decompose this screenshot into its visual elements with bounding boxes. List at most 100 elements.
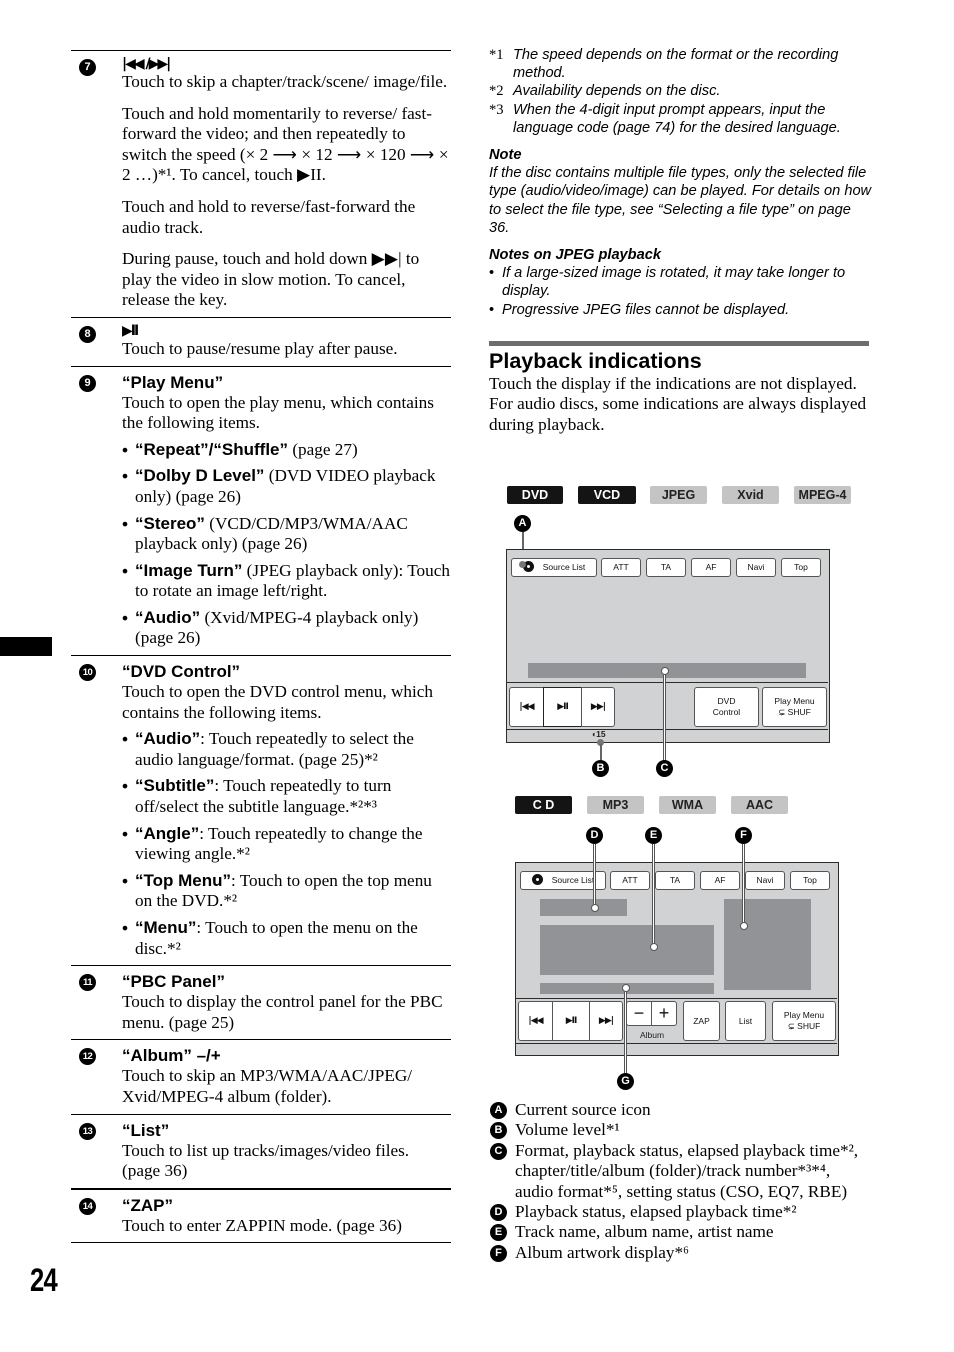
audio-playback-screen: Source List ATT TA AF Navi Top |◀◀ ▶II ▶… <box>515 862 839 1056</box>
entry-number: 11 <box>79 974 96 992</box>
navi-button[interactable]: Navi <box>745 871 785 890</box>
callout-dot <box>650 943 658 951</box>
note-text: If the disc contains multiple file types… <box>489 165 872 236</box>
status-row-divider <box>507 729 828 730</box>
section-divider <box>489 340 869 346</box>
format-badge-aac: AAC <box>731 796 788 814</box>
entry-number: 10 <box>79 664 96 682</box>
entry-text: Touch to pause/resume play after pause. <box>122 338 398 358</box>
navi-button[interactable]: Navi <box>736 558 776 577</box>
entry-dvd-control: 10 “DVD Control” Touch to open the DVD c… <box>71 655 451 965</box>
album-minus-button[interactable]: − <box>626 1001 652 1026</box>
entry-text: Touch to open the play menu, which conta… <box>122 392 434 433</box>
control-row-divider <box>507 682 828 683</box>
right-column: *1 The speed depends on the format or the… <box>489 46 874 435</box>
entry-heading: “PBC Panel” <box>122 972 225 992</box>
callout-line <box>652 844 655 945</box>
zap-button[interactable]: ZAP <box>683 1001 720 1041</box>
section-title: Playback indications <box>489 348 702 373</box>
next-button[interactable]: ▶▶| <box>581 687 615 727</box>
list-item: “Audio”: Touch repeatedly to select the … <box>122 729 451 770</box>
section-text: For audio discs, some indications are al… <box>489 394 867 434</box>
page-number: 24 <box>30 1262 58 1298</box>
entry-number: 12 <box>79 1048 96 1066</box>
entry-text: Touch to list up tracks/images/video fil… <box>122 1140 410 1181</box>
list-item: “Stereo” (VCD/CD/MP3/WMA/AAC playback on… <box>122 514 451 555</box>
callout-dot <box>740 922 748 930</box>
list-button[interactable]: List <box>725 1001 766 1041</box>
control-row-divider <box>516 998 837 999</box>
album-plus-button[interactable]: + <box>651 1001 677 1026</box>
ta-button[interactable]: TA <box>646 558 686 577</box>
list-item: If a large-sized image is rotated, it ma… <box>489 264 874 300</box>
entry-text: Touch to enter ZAPPIN mode. (page 36) <box>122 1215 402 1235</box>
callout-line <box>593 844 596 906</box>
list-item: “Subtitle”: Touch repeatedly to turn off… <box>122 776 451 817</box>
att-button[interactable]: ATT <box>601 558 641 577</box>
entry-pbc-panel: 11 “PBC Panel” Touch to display the cont… <box>71 965 451 1039</box>
jpeg-notes-heading: Notes on JPEG playback <box>489 247 661 264</box>
previous-button[interactable]: |◀◀ <box>509 687 544 727</box>
volume-level: ◖15 <box>591 729 606 739</box>
entry-text: Touch and hold momentarily to reverse/ f… <box>122 103 449 185</box>
legend-item: F Album artwork display*⁶ <box>490 1243 870 1263</box>
ta-button[interactable]: TA <box>655 871 695 890</box>
callout-dot <box>519 561 526 568</box>
legend-item: C Format, playback status, elapsed playba… <box>490 1141 870 1202</box>
entry-text: Touch to skip an MP3/WMA/AAC/JPEG/ Xvid/… <box>122 1066 413 1106</box>
list-item: “Top Menu”: Touch to open the top menu o… <box>122 871 451 912</box>
section-tab-marker <box>0 637 52 656</box>
entry-heading: “DVD Control” <box>122 662 241 682</box>
entry-number: 7 <box>79 59 96 76</box>
entry-skip: 7 |◀◀ /▶▶| Touch to skip a chapter/track… <box>71 50 451 317</box>
play-menu-button[interactable]: Play Menu ⊊ SHUF <box>772 1001 836 1041</box>
list-item: Progressive JPEG files cannot be display… <box>489 301 874 319</box>
list-item: “Menu”: Touch to open the menu on the di… <box>122 918 451 959</box>
att-button[interactable]: ATT <box>610 871 650 890</box>
callout-d: D <box>586 827 603 844</box>
format-badge-mpeg4: MPEG-4 <box>794 486 851 504</box>
entry-heading: “Album” –/+ <box>122 1046 221 1066</box>
callout-dot <box>661 667 669 675</box>
legend-item: E Track name, album name, artist name <box>490 1222 870 1242</box>
legend-item: B Volume level*¹ <box>490 1120 870 1140</box>
skip-prev-next-icon: |◀◀ /▶▶| <box>122 56 171 72</box>
format-badge-dvd: DVD <box>507 486 563 504</box>
entry-number: 14 <box>79 1197 96 1215</box>
play-pause-icon: ▶II <box>122 322 139 339</box>
button-description-list: 7 |◀◀ /▶▶| Touch to skip a chapter/track… <box>71 50 451 1244</box>
callout-dot <box>591 904 599 912</box>
entry-number: 9 <box>79 374 96 392</box>
entry-number: 13 <box>79 1122 96 1140</box>
callout-g: G <box>617 1073 634 1090</box>
album-artwork-area <box>724 899 811 990</box>
entry-heading: “Play Menu” <box>122 372 224 392</box>
af-button[interactable]: AF <box>691 558 731 577</box>
play-pause-button[interactable]: ▶II <box>552 1001 590 1041</box>
next-button[interactable]: ▶▶| <box>589 1001 623 1041</box>
legend-item: A Current source icon <box>490 1100 870 1120</box>
footnote: *2 Availability depends on the disc. <box>489 83 721 100</box>
list-item: “Repeat”/“Shuffle” (page 27) <box>122 440 451 461</box>
entry-list: 13 “List” Touch to list up tracks/images… <box>71 1113 451 1188</box>
top-button[interactable]: Top <box>781 558 821 577</box>
play-pause-button[interactable]: ▶II <box>543 687 582 727</box>
callout-b: B <box>592 760 609 777</box>
legend-item: D Playback status, elapsed playback time*… <box>490 1202 870 1222</box>
callout-f: F <box>735 827 752 844</box>
callout-a: A <box>514 515 531 532</box>
dvd-control-button[interactable]: DVD Control <box>694 687 759 727</box>
callout-c: C <box>656 760 673 777</box>
entry-album: 12 “Album” –/+ Touch to skip an MP3/WMA/… <box>71 1039 451 1113</box>
previous-button[interactable]: |◀◀ <box>518 1001 553 1041</box>
track-info-area <box>540 925 714 975</box>
status-row-divider <box>516 1043 837 1044</box>
album-label: Album <box>640 1030 665 1040</box>
entry-play-menu: 9 “Play Menu” Touch to open the play men… <box>71 365 451 656</box>
entry-text: Touch and hold to reverse/fast-forward t… <box>122 196 416 237</box>
playback-status-area <box>540 899 627 916</box>
top-button[interactable]: Top <box>790 871 830 890</box>
af-button[interactable]: AF <box>700 871 740 890</box>
callout-line <box>600 744 602 760</box>
play-menu-button[interactable]: Play Menu ⊊ SHUF <box>762 687 827 727</box>
